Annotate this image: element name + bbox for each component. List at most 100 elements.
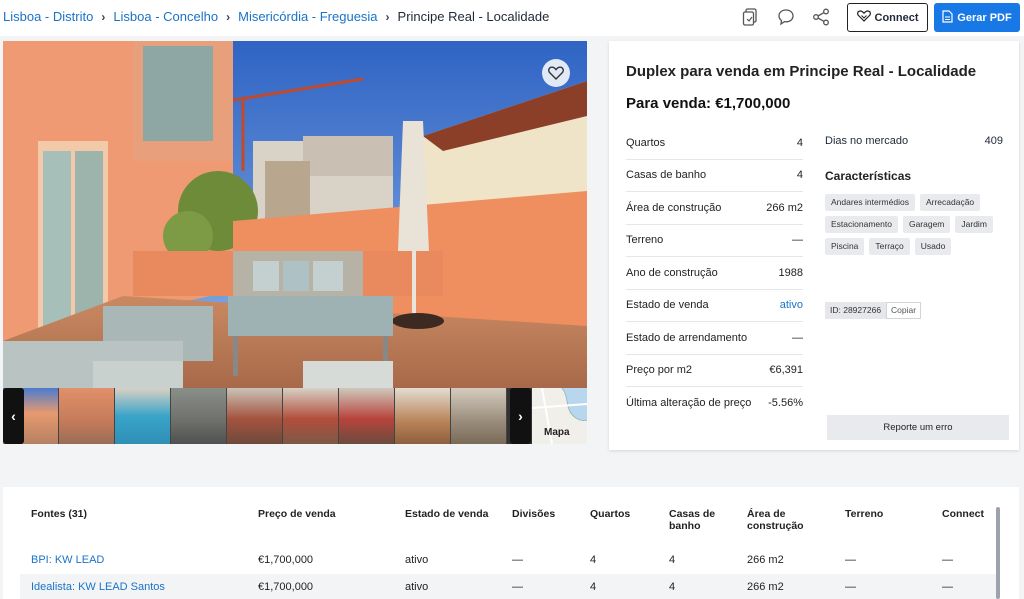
fact-quartos: Quartos 4: [626, 127, 803, 160]
generate-pdf-button[interactable]: Gerar PDF: [934, 3, 1020, 32]
column-header[interactable]: Preço de venda: [258, 508, 336, 520]
fact-value: 266 m2: [766, 201, 803, 214]
column-header[interactable]: Estado de venda: [405, 508, 488, 520]
copy-doc-icon[interactable]: [739, 6, 761, 28]
column-header[interactable]: Área de construção: [747, 508, 817, 532]
thumbnail[interactable]: [171, 388, 227, 444]
feature-tag: Andares intermédios: [825, 194, 915, 211]
thumbnail[interactable]: [227, 388, 283, 444]
column-header[interactable]: Casas de banho: [669, 508, 729, 532]
table-cell: —: [942, 554, 953, 566]
chevron-right-icon: ›: [101, 9, 106, 24]
feature-tag: Jardim: [955, 216, 993, 233]
copy-id-button[interactable]: Copiar: [886, 302, 922, 319]
fact-label: Ano de construção: [626, 266, 718, 279]
table-cell: ativo: [405, 581, 429, 593]
chevron-right-icon: ›: [385, 9, 390, 24]
breadcrumb-distrito[interactable]: Lisboa - Distrito: [3, 9, 93, 24]
facts-list: Quartos 4 Casas de banho 4 Área de constru…: [626, 127, 803, 420]
fact-label: Terreno: [626, 234, 664, 247]
heart-icon: [548, 66, 564, 80]
feature-tag: Garagem: [902, 216, 951, 233]
chevron-left-icon: ‹: [11, 408, 16, 424]
fact-value: 4: [796, 136, 803, 149]
features-heading: Características: [825, 169, 912, 183]
thumbnail[interactable]: [283, 388, 339, 444]
table-cell: €1,700,000: [258, 554, 314, 566]
pdf-icon: [942, 9, 953, 26]
table-row[interactable]: BPI: KW LEAD €1,700,000 ativo — 4 4 266 …: [20, 547, 998, 573]
table-cell: 4: [590, 554, 597, 566]
fact-area-construcao: Área de construção 266 m2: [626, 192, 803, 225]
favorite-heart-button[interactable]: [542, 59, 570, 87]
fact-label: Quartos: [626, 136, 666, 149]
listing-price: Para venda: €1,700,000: [626, 95, 791, 112]
fact-terreno: Terreno —: [626, 225, 803, 257]
table-row[interactable]: Idealista: KW LEAD Santos €1,700,000 ati…: [20, 574, 998, 599]
table-cell: —: [845, 554, 856, 566]
table-cell: —: [845, 581, 856, 593]
gallery-next-button[interactable]: ›: [510, 388, 531, 444]
days-on-market: Dias no mercado 409: [825, 135, 1003, 147]
fact-value: —: [792, 331, 803, 344]
breadcrumb-freguesia[interactable]: Misericórdia - Freguesia: [238, 9, 377, 24]
thumbnail[interactable]: [451, 388, 507, 444]
map-label: Mapa: [544, 427, 570, 438]
source-link[interactable]: Idealista: KW LEAD Santos: [31, 581, 165, 593]
share-icon[interactable]: [810, 6, 832, 28]
column-header[interactable]: Divisões: [512, 508, 555, 520]
column-header[interactable]: Connect: [942, 508, 984, 520]
thumbnail-strip: [3, 388, 587, 444]
main-listing-photo[interactable]: [3, 41, 587, 388]
table-scrollbar[interactable]: [996, 507, 1000, 599]
column-header[interactable]: Fontes (31): [31, 508, 87, 520]
column-header[interactable]: Terreno: [845, 508, 883, 520]
feature-tag: Terraço: [869, 238, 910, 255]
terrace-photo: [3, 41, 587, 388]
fact-label: Estado de arrendamento: [626, 331, 748, 344]
table-cell: €1,700,000: [258, 581, 314, 593]
breadcrumb-localidade: Principe Real - Localidade: [397, 9, 550, 24]
connect-logo-icon: [856, 10, 871, 25]
table-cell: ativo: [405, 554, 429, 566]
fact-preco-m2: Preço por m2 €6,391: [626, 355, 803, 387]
breadcrumb: Lisboa - Distrito › Lisboa - Concelho › …: [3, 9, 549, 24]
fact-label: Preço por m2: [626, 364, 693, 377]
thumbnail[interactable]: [115, 388, 171, 444]
map-thumbnail[interactable]: Mapa: [532, 388, 587, 444]
top-bar: Lisboa - Distrito › Lisboa - Concelho › …: [0, 0, 1024, 36]
table-cell: 266 m2: [747, 581, 784, 593]
connect-button[interactable]: Connect: [847, 3, 928, 32]
feature-tag: Piscina: [825, 238, 865, 255]
fact-ano-construcao: Ano de construção 1988: [626, 257, 803, 290]
source-link[interactable]: BPI: KW LEAD: [31, 554, 104, 566]
listing-title: Duplex para venda em Principe Real - Loc…: [626, 63, 977, 80]
table-cell: 4: [669, 581, 676, 593]
feature-tags: Andares intermédios Arrecadação Estacion…: [825, 194, 1003, 255]
fact-label: Área de construção: [626, 201, 722, 214]
thumbnail[interactable]: [339, 388, 395, 444]
table-cell: 4: [590, 581, 597, 593]
listing-summary-card: Duplex para venda em Principe Real - Loc…: [609, 41, 1019, 450]
fact-value: 4: [796, 169, 803, 182]
chevron-right-icon: ›: [226, 9, 231, 24]
thumbnail[interactable]: [395, 388, 451, 444]
fact-estado-arrendamento: Estado de arrendamento —: [626, 322, 803, 355]
fact-estado-venda: Estado de venda ativo: [626, 290, 803, 322]
table-cell: —: [942, 581, 953, 593]
chat-icon[interactable]: [775, 6, 797, 28]
chevron-right-icon: ›: [518, 408, 523, 424]
column-header[interactable]: Quartos: [590, 508, 630, 520]
fact-alteracao-preco: Última alteração de preço -5.56%: [626, 387, 803, 420]
connect-button-label: Connect: [874, 11, 919, 24]
fact-value: —: [792, 234, 803, 247]
report-error-button[interactable]: Reporte um erro: [827, 415, 1009, 440]
sale-status-link[interactable]: ativo: [780, 299, 803, 311]
listing-id: ID: 28927266: [825, 302, 887, 319]
sources-table: Fontes (31) Preço de venda Estado de ven…: [3, 487, 1019, 599]
thumbnail[interactable]: [59, 388, 115, 444]
gallery-prev-button[interactable]: ‹: [3, 388, 24, 444]
fact-label: Casas de banho: [626, 169, 707, 182]
table-cell: —: [512, 581, 523, 593]
breadcrumb-concelho[interactable]: Lisboa - Concelho: [113, 9, 218, 24]
